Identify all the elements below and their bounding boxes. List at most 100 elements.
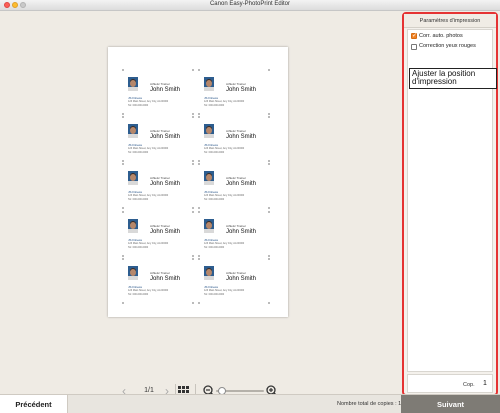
card-photo [128,77,138,91]
crop-mark [192,255,194,257]
card-phone: Tel: 000-000-0000 [128,293,149,296]
crop-mark [122,160,124,162]
card-address: 123 Main Street, Any City, AA 00000 [128,100,169,103]
card-phone: Tel: 000-000-0000 [204,104,225,107]
card-phone: Tel: 000-000-0000 [128,151,149,154]
card-job-title: Athletic Trainer [226,224,247,228]
copies-input[interactable]: 1 [478,380,492,387]
crop-mark [268,207,270,209]
crop-mark [198,207,200,209]
crop-mark [192,116,194,118]
business-card: Athletic Trainer John Smith JS Fitness 123 … [204,217,266,255]
card-name: John Smith [226,229,257,235]
crop-mark [122,258,124,260]
crop-mark [198,211,200,213]
card-photo [204,266,214,280]
panel-title: Paramètres d'impression [404,14,496,28]
crop-mark [198,69,200,71]
window-titlebar: Canon Easy-PhotoPrint Editor [0,0,500,11]
crop-mark [122,302,124,304]
card-address: 123 Main Street, Any City, AA 00000 [128,242,169,245]
card-name: John Smith [150,134,181,140]
card-photo [128,219,138,233]
total-copies-label: Nombre total de copies : 1 [337,401,402,407]
crop-mark [192,69,194,71]
card-name: John Smith [226,276,257,282]
card-photo [204,77,214,91]
card-job-title: Athletic Trainer [226,129,247,133]
business-card: Athletic Trainer John Smith JS Fitness 123 … [204,75,266,113]
card-address: 123 Main Street, Any City, AA 00000 [204,194,245,197]
crop-mark [268,302,270,304]
crop-mark [192,113,194,115]
card-name: John Smith [226,181,257,187]
card-job-title: Athletic Trainer [226,271,247,275]
card-address: 123 Main Street, Any City, AA 00000 [128,194,169,197]
card-photo [128,124,138,138]
card-address: 123 Main Street, Any City, AA 00000 [128,289,169,292]
crop-mark [192,258,194,260]
crop-mark [268,160,270,162]
business-card: Athletic Trainer John Smith JS Fitness 123 … [128,75,190,113]
card-address: 123 Main Street, Any City, AA 00000 [128,147,169,150]
card-address: 123 Main Street, Any City, AA 00000 [204,147,245,150]
card-address: 123 Main Street, Any City, AA 00000 [204,242,245,245]
page-indicator: 1/1 [144,387,154,394]
crop-mark [198,302,200,304]
card-address: 123 Main Street, Any City, AA 00000 [204,100,245,103]
card-photo [128,171,138,185]
next-button[interactable]: Suivant [401,395,500,413]
auto-correct-checkbox[interactable] [411,32,417,39]
crop-mark [122,163,124,165]
card-job-title: Athletic Trainer [150,176,171,180]
crop-mark [192,302,194,304]
card-phone: Tel: 000-000-0000 [204,246,225,249]
print-preview-page: Athletic Trainer John Smith JS Fitness 123 … [108,47,288,317]
crop-mark [192,160,194,162]
crop-mark [198,163,200,165]
card-phone: Tel: 000-000-0000 [128,246,149,249]
panel-settings-body: Corr. auto. photos Correction yeux rouge… [407,29,497,372]
crop-mark [192,207,194,209]
card-name: John Smith [150,181,181,187]
business-card: Athletic Trainer John Smith JS Fitness 123 … [204,264,266,302]
business-card: Athletic Trainer John Smith JS Fitness 123 … [128,217,190,255]
card-job-title: Athletic Trainer [150,224,171,228]
adjust-print-position-button[interactable]: Ajuster la position d'impression [409,68,497,89]
preview-canvas: Athletic Trainer John Smith JS Fitness 123 … [0,11,400,398]
crop-mark [198,116,200,118]
auto-correct-label: Corr. auto. photos [419,33,463,39]
print-settings-panel: Paramètres d'impression Corr. auto. phot… [402,12,498,396]
card-photo [204,171,214,185]
crop-mark [198,255,200,257]
crop-mark [268,258,270,260]
card-phone: Tel: 000-000-0000 [204,198,225,201]
card-phone: Tel: 000-000-0000 [128,104,149,107]
card-name: John Smith [226,87,257,93]
business-card: Athletic Trainer John Smith JS Fitness 123 … [128,169,190,207]
crop-mark [198,258,200,260]
crop-mark [122,255,124,257]
redeye-checkbox[interactable] [411,44,417,50]
crop-mark [122,211,124,213]
crop-mark [122,113,124,115]
crop-mark [192,211,194,213]
business-card: Athletic Trainer John Smith JS Fitness 123 … [128,122,190,160]
previous-button[interactable]: Précédent [0,395,68,413]
card-job-title: Athletic Trainer [226,176,247,180]
crop-mark [192,163,194,165]
card-job-title: Athletic Trainer [150,129,171,133]
card-job-title: Athletic Trainer [226,82,247,86]
copies-area: Cop. 1 [407,374,493,393]
crop-mark [198,160,200,162]
card-phone: Tel: 000-000-0000 [204,293,225,296]
copies-label: Cop. [463,382,475,388]
card-job-title: Athletic Trainer [150,82,171,86]
crop-mark [122,207,124,209]
window-title: Canon Easy-PhotoPrint Editor [209,1,291,7]
card-name: John Smith [226,134,257,140]
crop-mark [122,116,124,118]
crop-mark [122,69,124,71]
bottom-bar: Précédent Nombre total de copies : 1 Sui… [0,394,500,413]
card-photo [128,266,138,280]
